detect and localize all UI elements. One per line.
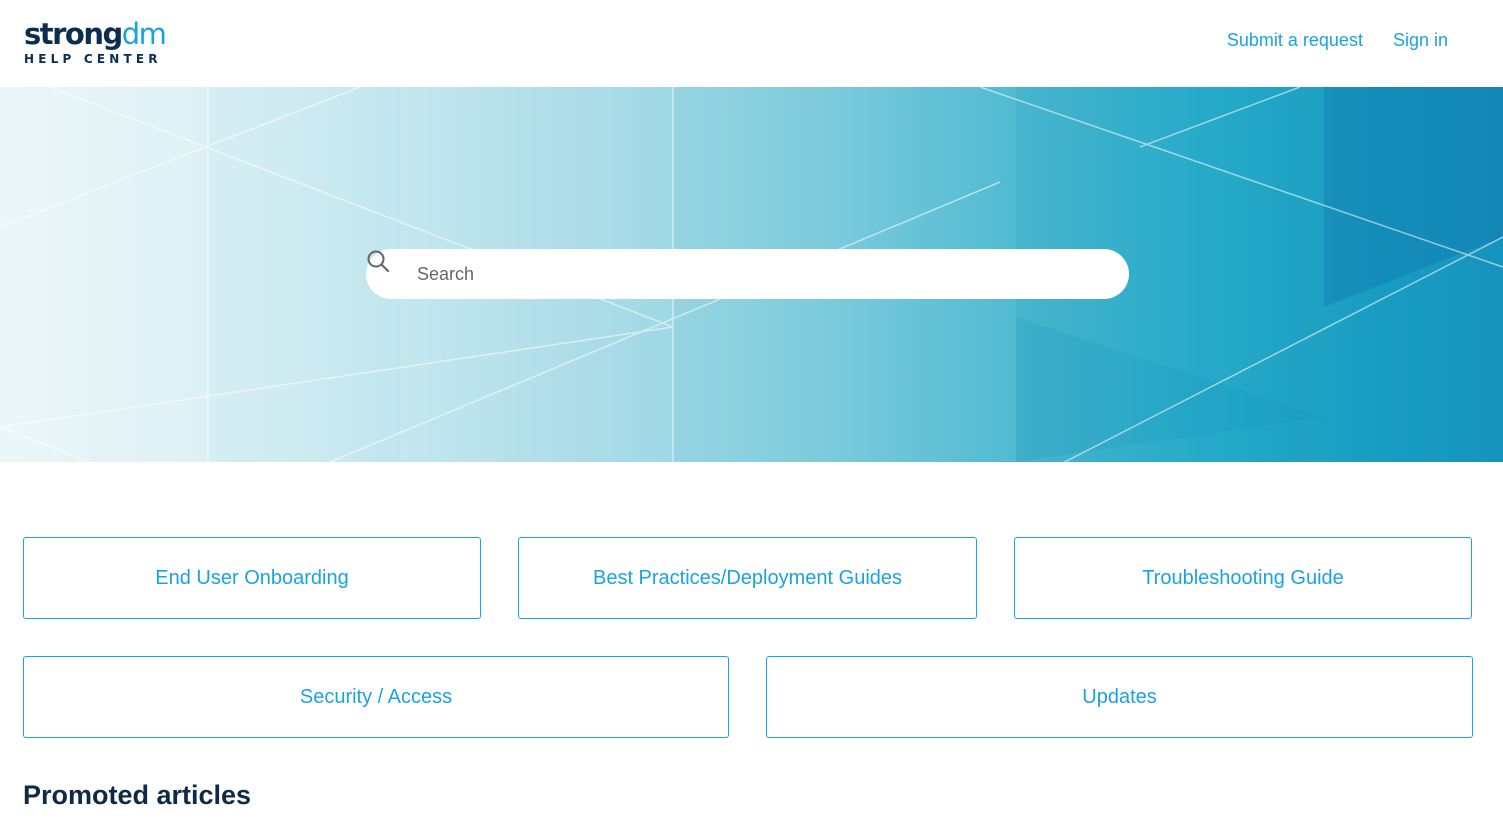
logo-main-text: strong: [24, 17, 123, 51]
search-icon: [367, 250, 408, 286]
category-label: End User Onboarding: [155, 566, 349, 589]
brand-logo[interactable]: strongdm HELP CENTER: [24, 17, 167, 66]
category-security-access[interactable]: Security / Access: [23, 656, 729, 738]
site-header: strongdm HELP CENTER Submit a request Si…: [0, 0, 1503, 87]
submit-request-link[interactable]: Submit a request: [1227, 30, 1363, 51]
search-bar: [366, 249, 1129, 299]
category-label: Security / Access: [299, 685, 453, 708]
category-best-practices[interactable]: Best Practices/Deployment Guides: [518, 537, 977, 619]
category-troubleshooting-guide[interactable]: Troubleshooting Guide: [1014, 537, 1472, 619]
sign-in-link[interactable]: Sign in: [1393, 30, 1448, 51]
header-nav: Submit a request Sign in: [1227, 30, 1448, 51]
hero-banner: [0, 87, 1503, 462]
logo-wordmark: strongdm: [24, 17, 167, 51]
search-input[interactable]: [417, 263, 1097, 285]
category-end-user-onboarding[interactable]: End User Onboarding: [23, 537, 481, 619]
category-label: Best Practices/Deployment Guides: [592, 566, 903, 589]
promoted-articles-heading: Promoted articles: [23, 780, 252, 810]
category-label: Troubleshooting Guide: [1142, 566, 1344, 589]
logo-accent-text: dm: [121, 17, 167, 51]
logo-subtitle: HELP CENTER: [24, 52, 162, 66]
category-label: Updates: [1082, 685, 1157, 708]
category-updates[interactable]: Updates: [766, 656, 1473, 738]
